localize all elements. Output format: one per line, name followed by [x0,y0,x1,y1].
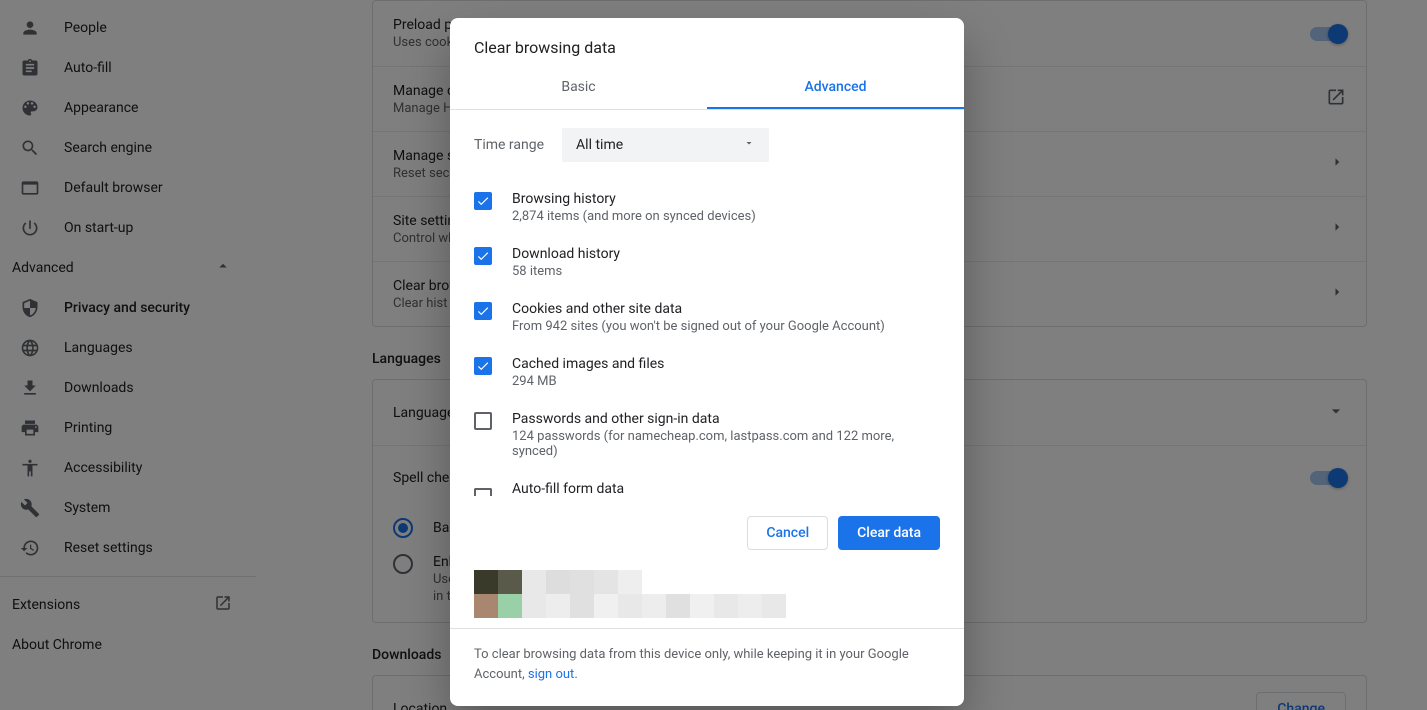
dialog-tabs: Basic Advanced [450,67,964,110]
option-title: Cached images and files [512,356,664,372]
option-passwords[interactable]: Passwords and other sign-in data 124 pass… [474,400,940,470]
checkbox-icon[interactable] [474,357,492,375]
time-range-value: All time [576,137,623,153]
dialog-actions: Cancel Clear data [450,496,964,570]
option-cookies[interactable]: Cookies and other site data From 942 site… [474,290,940,345]
time-range-row: Time range All time [474,128,940,162]
option-sub: 58 items [512,264,620,279]
clear-data-button[interactable]: Clear data [838,516,940,550]
option-title: Passwords and other sign-in data [512,411,940,427]
option-download-history[interactable]: Download history 58 items [474,235,940,290]
dialog-body: Time range All time Browsing history 2,87… [450,110,964,496]
checkbox-icon[interactable] [474,302,492,320]
pixelated-region [450,570,964,628]
tab-basic[interactable]: Basic [450,67,707,109]
option-sub: 294 MB [512,374,664,389]
option-browsing-history[interactable]: Browsing history 2,874 items (and more on… [474,180,940,235]
option-sub: 2,874 items (and more on synced devices) [512,209,756,224]
sign-out-link[interactable]: sign out [528,667,574,682]
option-title: Download history [512,246,620,262]
dialog-footer: To clear browsing data from this device … [450,628,964,706]
time-range-select[interactable]: All time [562,128,769,162]
checkbox-icon[interactable] [474,192,492,210]
checkbox-icon[interactable] [474,247,492,265]
option-autofill[interactable]: Auto-fill form data [474,470,940,496]
option-cache[interactable]: Cached images and files 294 MB [474,345,940,400]
clear-browsing-data-dialog: Clear browsing data Basic Advanced Time … [450,18,964,706]
cancel-button[interactable]: Cancel [747,516,828,550]
dropdown-icon [743,137,755,153]
checkbox-icon[interactable] [474,412,492,430]
dialog-title: Clear browsing data [450,18,964,67]
option-title: Cookies and other site data [512,301,885,317]
option-sub: 124 passwords (for namecheap.com, lastpa… [512,429,940,459]
time-range-label: Time range [474,137,544,153]
option-title: Auto-fill form data [512,481,624,497]
tab-advanced[interactable]: Advanced [707,67,964,109]
option-sub: From 942 sites (you won't be signed out … [512,319,885,334]
checkbox-icon[interactable] [474,488,492,496]
option-title: Browsing history [512,191,756,207]
